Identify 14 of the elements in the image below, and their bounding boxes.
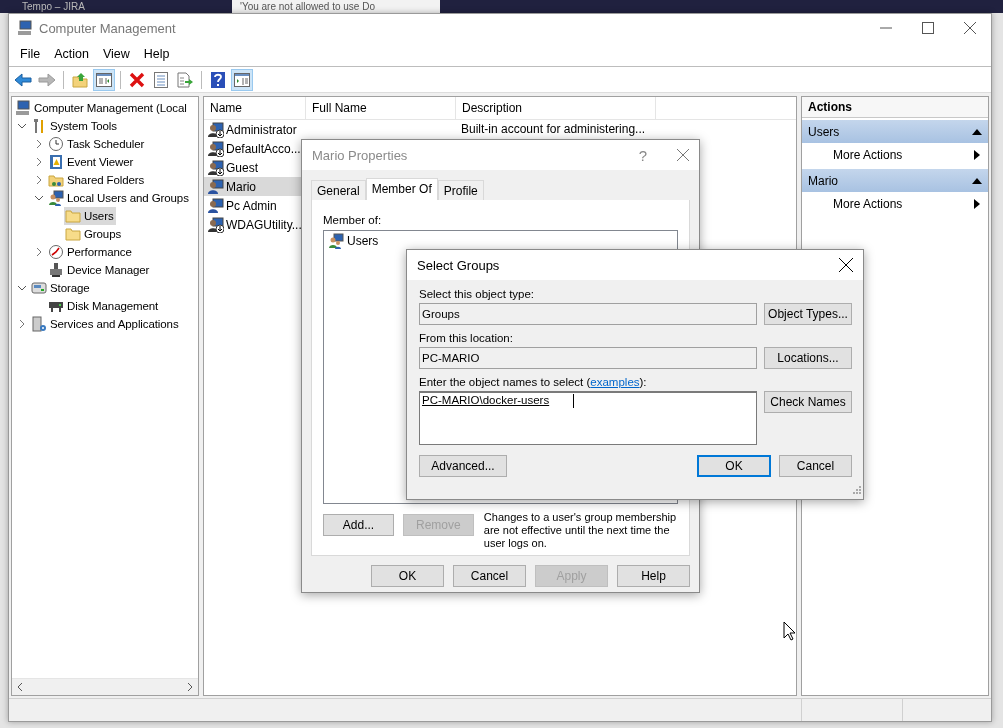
table-cell-text: Built-in account for administering... [460, 121, 646, 138]
field-label: From this location: [419, 332, 514, 344]
membership-note: Changes to a user's group membership are not effective until the next time the user logs on. [483, 511, 678, 550]
actions-header: Actions [802, 97, 988, 118]
action-label: More Actions [833, 148, 903, 162]
action-label: More Actions [833, 197, 903, 211]
field-label: Member of: [323, 214, 383, 226]
dialog-title: Mario Properties [312, 147, 409, 163]
dialog-title: Select Groups [417, 257, 501, 273]
group-title: Mario [808, 173, 838, 188]
window-title: Computer Management [39, 20, 176, 36]
field-label: Select this object type: [419, 288, 536, 300]
field-label: Enter the object names to select (examples): [419, 376, 648, 388]
group-title: Users [808, 124, 840, 139]
